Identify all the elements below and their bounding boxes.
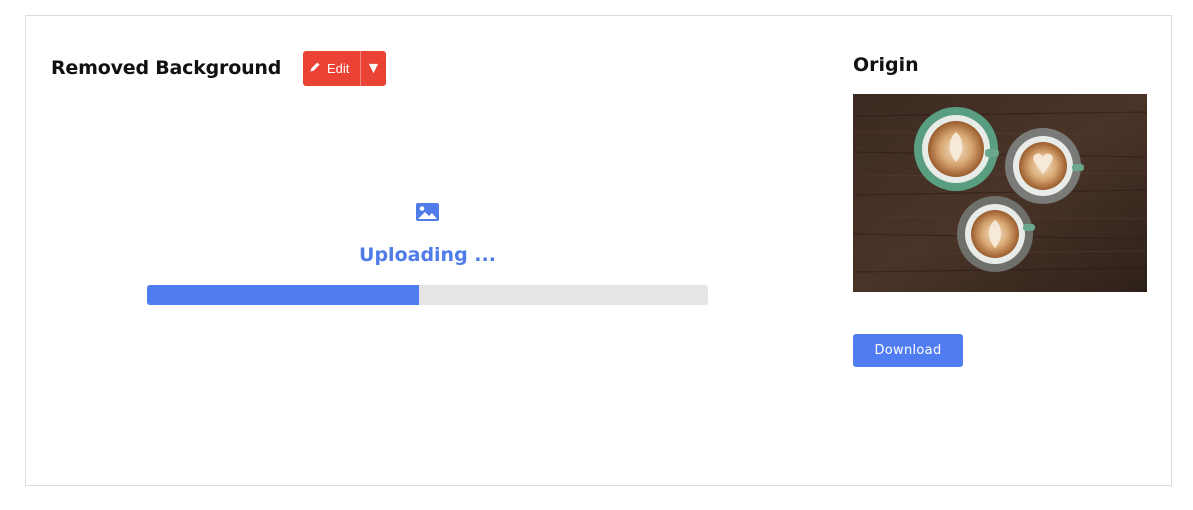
origin-image (852, 94, 1148, 292)
removed-background-title: Removed Background (51, 57, 282, 79)
triangle-down-icon (368, 59, 379, 78)
edit-button-group: Edit (303, 51, 386, 86)
image-icon (415, 202, 440, 222)
edit-button[interactable]: Edit (303, 51, 360, 86)
upload-progress-fill (147, 285, 420, 305)
pencil-icon (309, 61, 321, 76)
download-button[interactable]: Download (853, 334, 963, 367)
upload-status-text: Uploading ... (359, 244, 496, 266)
origin-title: Origin (853, 54, 919, 76)
edit-label: Edit (327, 61, 350, 76)
edit-dropdown-toggle[interactable] (360, 51, 386, 86)
upload-progress-bar (147, 285, 708, 305)
